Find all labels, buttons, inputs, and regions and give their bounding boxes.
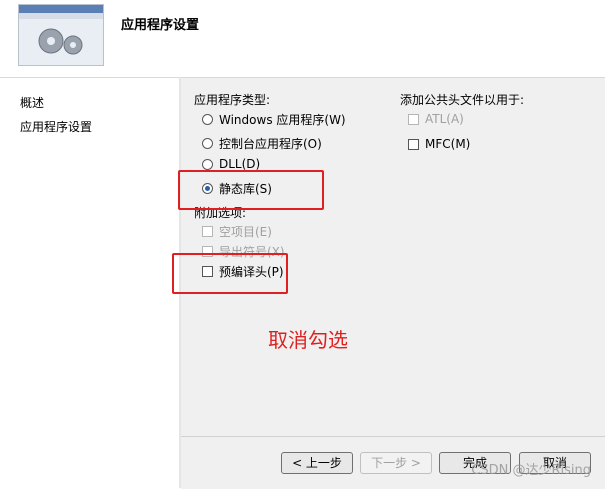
nav-item-app-settings[interactable]: 应用程序设置: [20, 118, 92, 135]
watermark-text: CSDN @达少Rising: [471, 463, 591, 478]
radio-icon[interactable]: [202, 114, 213, 125]
checkbox-empty-project-label: 空项目(E): [219, 225, 272, 239]
radio-icon[interactable]: [202, 158, 213, 170]
checkbox-icon: [202, 226, 213, 237]
common-headers-label: 添加公共头文件以用于:: [400, 93, 525, 107]
radio-dll[interactable]: DLL(D): [202, 157, 260, 171]
wizard-header: 应用程序设置: [0, 0, 605, 76]
checkbox-icon[interactable]: [408, 138, 419, 150]
radio-windows-app-label: Windows 应用程序(W): [219, 113, 346, 127]
checkbox-empty-project: 空项目(E): [202, 223, 272, 240]
next-button[interactable]: 下一步 >: [360, 452, 432, 474]
app-type-label: 应用程序类型:: [194, 93, 271, 107]
checkbox-atl-label: ATL(A): [425, 112, 464, 126]
radio-dll-label: DLL(D): [219, 157, 261, 171]
checkbox-icon: [408, 113, 419, 125]
radio-console-app[interactable]: 控制台应用程序(O): [202, 135, 322, 152]
footer-separator: [181, 436, 605, 437]
radio-console-app-label: 控制台应用程序(O): [219, 137, 322, 151]
highlight-precompiled-header: [172, 253, 288, 294]
checkbox-mfc-label: MFC(M): [425, 137, 471, 151]
settings-gear-illustration: [18, 4, 104, 66]
page-title: 应用程序设置: [121, 18, 200, 33]
wizard-nav: 概述 应用程序设置: [0, 77, 179, 489]
radio-windows-app[interactable]: Windows 应用程序(W): [202, 111, 346, 128]
highlight-static-lib: [178, 170, 324, 210]
nav-item-overview[interactable]: 概述: [20, 94, 44, 111]
prev-button[interactable]: < 上一步: [281, 452, 353, 474]
checkbox-atl: ATL(A): [408, 112, 464, 126]
annotation-uncheck: 取消勾选: [268, 328, 348, 352]
radio-icon[interactable]: [202, 138, 213, 149]
checkbox-mfc[interactable]: MFC(M): [408, 137, 470, 151]
